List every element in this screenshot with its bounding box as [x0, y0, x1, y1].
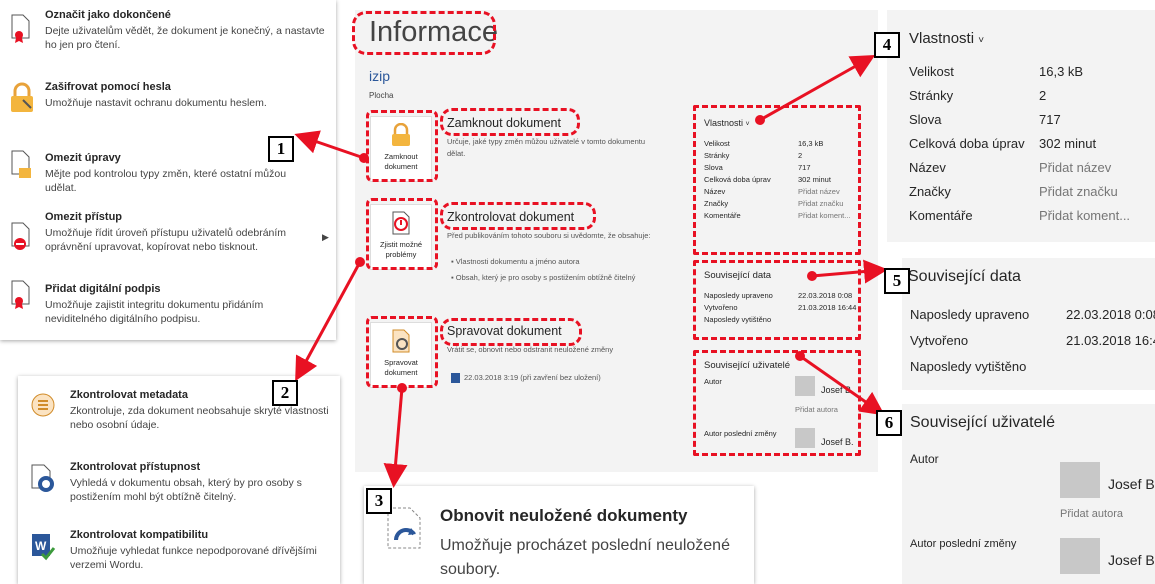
inspect-bullet-text: Obsah, který je pro osoby s postižením o…	[455, 273, 636, 282]
property-value: 717	[1039, 112, 1061, 127]
highlight-related-people	[693, 350, 861, 456]
mark-final-title[interactable]: Označit jako dokončené	[45, 8, 325, 22]
mark-final-icon	[11, 14, 30, 43]
callout-number: 1	[268, 136, 294, 162]
document-name: izip	[369, 68, 391, 84]
property-key: Celková doba úprav	[909, 136, 1025, 151]
property-key: Stránky	[909, 88, 954, 103]
zoom-author-name[interactable]: Josef B	[1108, 476, 1155, 492]
inspect-accessibility-title[interactable]: Zkontrolovat přístupnost	[70, 460, 330, 474]
property-key: Velikost	[909, 64, 954, 79]
inspect-bullet-text: Vlastnosti dokumentu a jméno autora	[455, 257, 580, 266]
restrict-editing-desc: Mějte pod kontrolou typy změn, které ost…	[45, 168, 287, 194]
highlight-inspect-button	[366, 198, 438, 270]
highlight-properties	[693, 105, 861, 255]
highlight-protect-button	[366, 110, 438, 182]
highlight-related-dates	[693, 260, 861, 340]
restrict-access-title[interactable]: Omezit přístup	[45, 210, 325, 224]
property-value: 2	[1039, 88, 1047, 103]
encrypt-desc: Umožňuje nastavit ochranu dokumentu hesl…	[45, 97, 267, 109]
submenu-arrow-icon[interactable]: ▶	[322, 232, 329, 243]
inspect-bullet: ▪ Obsah, který je pro osoby s postižením…	[451, 273, 636, 282]
zoom-people-panel: Související uživatelé Autor Josef B Přid…	[902, 404, 1155, 584]
property-value[interactable]: Přidat název	[1039, 156, 1111, 180]
protect-desc: Určuje, jaké typy změn můžou uživatelé v…	[447, 137, 646, 158]
inspect-desc: Před publikováním tohoto souboru si uvěd…	[447, 231, 651, 240]
property-key: Komentáře	[909, 208, 973, 223]
restrict-access-desc: Umožňuje řídit úroveň přístupu uživatelů…	[45, 227, 287, 253]
inspect-bullet: ▪ Vlastnosti dokumentu a jméno autora	[451, 257, 580, 266]
callout-number: 5	[884, 268, 910, 294]
date-key: Vytvořeno	[910, 333, 969, 348]
zoom-dates-title: Související data	[908, 268, 1021, 285]
highlight-protect-heading	[440, 108, 580, 136]
date-key: Naposledy vytištěno	[910, 359, 1027, 374]
recover-unsaved-panel[interactable]: Obnovit neuložené dokumenty Umožňuje pro…	[364, 486, 754, 584]
digital-signature-icon	[11, 280, 30, 309]
highlight-manage-heading	[440, 318, 582, 346]
digital-signature-desc: Umožňuje zajistit integritu dokumentu př…	[45, 299, 264, 325]
document-location: Plocha	[369, 91, 394, 100]
callout-number: 6	[876, 410, 902, 436]
avatar	[1060, 538, 1100, 574]
highlight-inspect-heading	[440, 202, 596, 230]
property-value: 16,3 kB	[1039, 64, 1084, 79]
version-entry[interactable]: 22.03.2018 3:19 (při zavření bez uložení…	[451, 372, 671, 384]
chevron-down-icon: ˅	[978, 35, 985, 46]
word-file-icon	[451, 373, 460, 384]
zoom-dates-panel: Související data Naposledy upraveno 22.03…	[902, 258, 1155, 390]
digital-signature-title[interactable]: Přidat digitální podpis	[45, 282, 325, 296]
date-value: 21.03.2018 16:44	[1066, 333, 1155, 348]
property-key: Slova	[909, 112, 942, 127]
callout-number: 3	[366, 488, 392, 514]
zoom-properties-title-text: Vlastnosti	[909, 30, 975, 47]
zoom-people-title: Související uživatelé	[910, 414, 1055, 431]
inspect-metadata-desc: Zkontroluje, zda dokument neobsahuje skr…	[70, 405, 329, 431]
callout-number: 2	[272, 380, 298, 406]
inspect-metadata-icon	[31, 393, 55, 417]
avatar	[1060, 462, 1100, 498]
recover-title: Obnovit neuložené dokumenty	[440, 506, 688, 525]
encrypt-lock-icon	[11, 82, 33, 112]
highlight-title	[352, 11, 496, 55]
zoom-add-author-link[interactable]: Přidat autora	[1060, 508, 1123, 520]
svg-text:W: W	[35, 539, 47, 553]
property-value[interactable]: Přidat značku	[1039, 180, 1118, 204]
highlight-manage-button	[366, 316, 438, 388]
protect-document-menu: Označit jako dokončené Dejte uživatelům …	[0, 0, 336, 340]
zoom-last-modified-label: Autor poslední změny	[910, 538, 1017, 550]
inspect-compatibility-icon: W	[32, 534, 56, 561]
inspect-compatibility-title[interactable]: Zkontrolovat kompatibilitu	[70, 528, 330, 542]
zoom-dates-table: Naposledy upraveno 22.03.2018 0:08 Vytvoř…	[910, 302, 1155, 380]
recover-desc: Umožňuje procházet poslední neuložené so…	[440, 537, 730, 578]
zoom-properties-panel: Vlastnosti ˅ Velikost 16,3 kB Stránky 2 Sl…	[887, 10, 1155, 242]
encrypt-title[interactable]: Zašifrovat pomocí hesla	[45, 80, 325, 94]
property-key: Název	[909, 160, 946, 175]
property-value: 302 minut	[1039, 136, 1097, 151]
callout-number: 4	[874, 32, 900, 58]
version-entry-text: 22.03.2018 3:19 (při zavření bez uložení…	[464, 373, 601, 382]
inspect-accessibility-icon	[31, 464, 54, 492]
zoom-last-modified-name[interactable]: Josef B	[1108, 552, 1155, 568]
zoom-properties-table: Velikost 16,3 kB Stránky 2 Slova 717 Celkov…	[909, 60, 1155, 228]
mark-final-desc: Dejte uživatelům vědět, že dokument je k…	[45, 25, 325, 51]
restrict-editing-icon	[11, 150, 31, 178]
property-key: Značky	[909, 184, 951, 199]
restrict-access-icon	[11, 222, 30, 250]
date-value: 22.03.2018 0:08	[1066, 307, 1155, 322]
date-key: Naposledy upraveno	[910, 307, 1030, 322]
zoom-properties-title[interactable]: Vlastnosti ˅	[909, 30, 984, 47]
inspect-document-menu: Zkontrolovat metadata Zkontroluje, zda d…	[18, 376, 340, 584]
property-value[interactable]: Přidat koment...	[1039, 204, 1130, 228]
zoom-author-label: Autor	[910, 452, 939, 466]
inspect-accessibility-desc: Vyhledá v dokumentu obsah, který by pro …	[70, 477, 302, 503]
inspect-compatibility-desc: Umožňuje vyhledat funkce nepodporované d…	[70, 545, 317, 571]
